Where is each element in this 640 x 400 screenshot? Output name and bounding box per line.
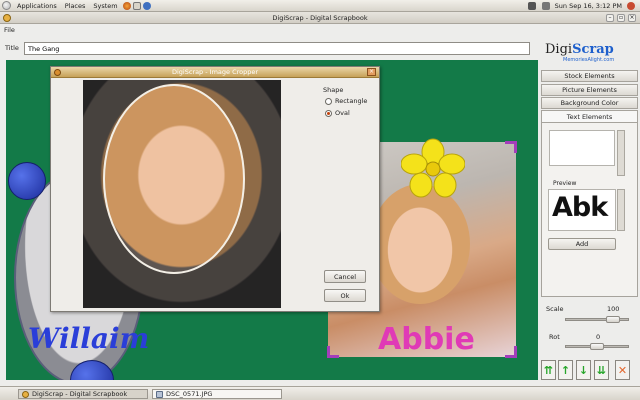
- caption-abbie[interactable]: Abbie: [378, 322, 475, 357]
- taskbar: DigiScrap - Digital Scrapbook DSC_0571.J…: [0, 386, 640, 400]
- crop-area[interactable]: [83, 80, 281, 308]
- ok-button[interactable]: Ok: [324, 289, 366, 302]
- bring-to-top-button[interactable]: ⇈: [541, 360, 556, 380]
- taskbar-image-label: DSC_0571.JPG: [166, 390, 213, 398]
- photo-corner-bottom-left: [327, 346, 339, 358]
- send-to-bottom-button[interactable]: ⇊: [594, 360, 609, 380]
- scale-label: Scale: [546, 305, 564, 313]
- oval-crop-selection[interactable]: [103, 84, 245, 274]
- logo-digi: Digi: [545, 42, 573, 57]
- taskbar-image-icon: [156, 390, 163, 398]
- font-scrollbar[interactable]: [617, 189, 625, 231]
- blue-button-sticker[interactable]: [8, 162, 46, 200]
- window-title: DigiScrap - Digital Scrapbook: [272, 13, 368, 22]
- scale-slider-handle[interactable]: [606, 316, 620, 323]
- font-preview: Abk: [548, 189, 616, 231]
- logo-scrap: Scrap: [572, 42, 614, 57]
- firefox-icon[interactable]: [122, 1, 131, 10]
- shape-label: Shape: [323, 86, 344, 94]
- rectangle-label: Rectangle: [335, 97, 368, 105]
- text-input-area[interactable]: [549, 130, 615, 166]
- network-icon[interactable]: [527, 1, 536, 10]
- rot-label: Rot: [549, 333, 560, 341]
- digiscrap-logo: DigiScrap MemoriesAlight.com: [545, 42, 637, 68]
- top-panel: Applications Places System Sun Sep 16, 3…: [0, 0, 640, 12]
- rectangle-option[interactable]: Rectangle: [325, 97, 367, 105]
- dialog-app-icon: [54, 69, 61, 76]
- stock-elements-button[interactable]: Stock Elements: [541, 70, 638, 82]
- oval-option[interactable]: Oval: [325, 109, 350, 117]
- places-menu[interactable]: Places: [61, 2, 90, 10]
- caption-william[interactable]: Willaim: [28, 322, 149, 355]
- clock[interactable]: Sun Sep 16, 3:12 PM: [555, 2, 622, 10]
- move-down-button[interactable]: ↓: [576, 360, 591, 380]
- preview-label: Preview: [553, 180, 577, 187]
- maximize-button[interactable]: ▫: [617, 14, 625, 22]
- help-icon[interactable]: [142, 1, 151, 10]
- cancel-button[interactable]: Cancel: [324, 270, 366, 283]
- mail-icon[interactable]: [132, 1, 141, 10]
- rot-value: 0: [596, 333, 601, 341]
- flower-sticker[interactable]: [401, 138, 465, 198]
- photo-abbie-face: [370, 184, 470, 304]
- dialog-close-button[interactable]: ×: [367, 68, 376, 76]
- taskbar-image-file[interactable]: DSC_0571.JPG: [152, 389, 282, 399]
- rectangle-radio[interactable]: [325, 97, 332, 105]
- photo-corner-top-right: [505, 141, 517, 153]
- scale-value: 100: [607, 305, 620, 313]
- background-color-button[interactable]: Background Color: [541, 97, 638, 109]
- volume-icon[interactable]: [541, 1, 550, 10]
- dialog-titlebar[interactable]: DigiScrap - Image Cropper ×: [51, 67, 379, 78]
- gnome-foot-icon[interactable]: [2, 1, 11, 10]
- text-area-scrollbar[interactable]: [617, 130, 625, 176]
- picture-elements-button[interactable]: Picture Elements: [541, 84, 638, 96]
- taskbar-app-icon: [22, 390, 29, 398]
- move-up-button[interactable]: ↑: [558, 360, 573, 380]
- oval-label: Oval: [335, 109, 350, 117]
- oval-radio[interactable]: [325, 109, 332, 117]
- file-menu[interactable]: File: [4, 26, 15, 34]
- image-cropper-dialog: DigiScrap - Image Cropper × Shape Rectan…: [50, 66, 380, 312]
- title-input[interactable]: [24, 42, 530, 55]
- menu-bar: File: [0, 24, 640, 36]
- photo-corner-bottom-right: [505, 346, 517, 358]
- add-button[interactable]: Add: [548, 238, 616, 250]
- title-label: Title: [5, 44, 19, 52]
- taskbar-digiscrap-label: DigiScrap - Digital Scrapbook: [32, 390, 128, 398]
- minimize-button[interactable]: –: [606, 14, 614, 22]
- logo-tagline: MemoriesAlight.com: [563, 57, 615, 63]
- system-menu[interactable]: System: [89, 2, 121, 10]
- delete-button[interactable]: ✕: [615, 360, 630, 380]
- dialog-title: DigiScrap - Image Cropper: [171, 68, 259, 76]
- font-preview-text: Abk: [552, 192, 608, 223]
- text-elements-button[interactable]: Text Elements: [541, 110, 638, 122]
- taskbar-digiscrap[interactable]: DigiScrap - Digital Scrapbook: [18, 389, 148, 399]
- app-icon[interactable]: [3, 14, 11, 22]
- power-icon[interactable]: [627, 1, 635, 10]
- close-button[interactable]: ×: [628, 14, 636, 22]
- window-titlebar[interactable]: DigiScrap - Digital Scrapbook – ▫ ×: [0, 12, 640, 24]
- applications-menu[interactable]: Applications: [13, 2, 61, 10]
- rot-slider-handle[interactable]: [590, 343, 604, 350]
